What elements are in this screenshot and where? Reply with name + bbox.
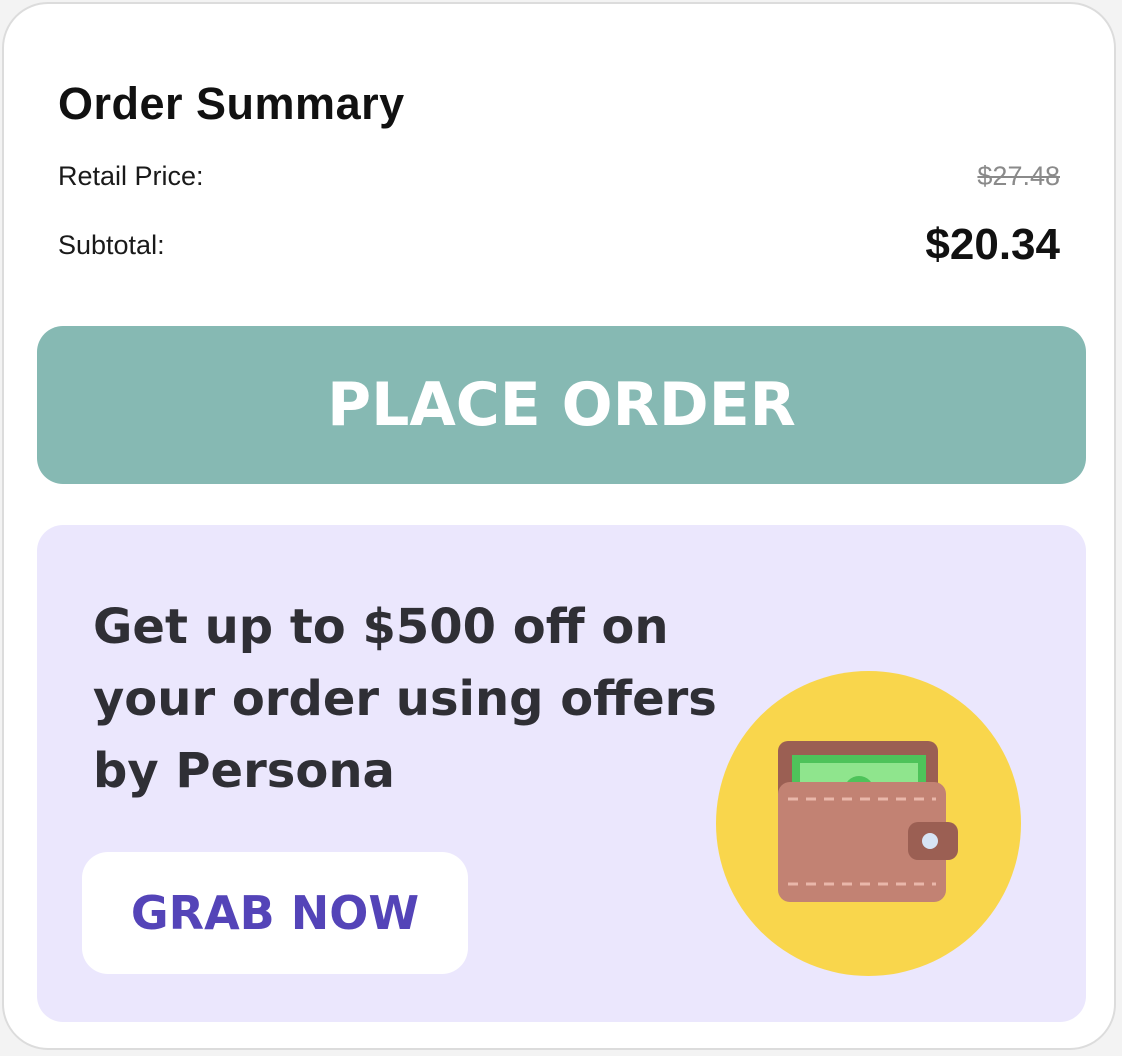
order-summary-title: Order Summary <box>58 78 405 129</box>
promo-banner: Get up to $500 off on your order using o… <box>37 525 1086 1022</box>
promo-text: Get up to $500 off on your order using o… <box>93 599 717 799</box>
retail-price-label: Retail Price: <box>58 161 204 191</box>
subtotal-label: Subtotal: <box>58 230 165 260</box>
wallet-icon <box>716 671 1021 976</box>
subtotal-value: $20.34 <box>925 220 1060 269</box>
order-summary-card: Order Summary Retail Price: $27.48 Subto… <box>2 2 1116 1050</box>
retail-price-value: $27.48 <box>977 161 1060 191</box>
place-order-button[interactable]: PLACE ORDER <box>37 326 1086 484</box>
grab-now-button[interactable]: GRAB NOW <box>82 852 468 974</box>
